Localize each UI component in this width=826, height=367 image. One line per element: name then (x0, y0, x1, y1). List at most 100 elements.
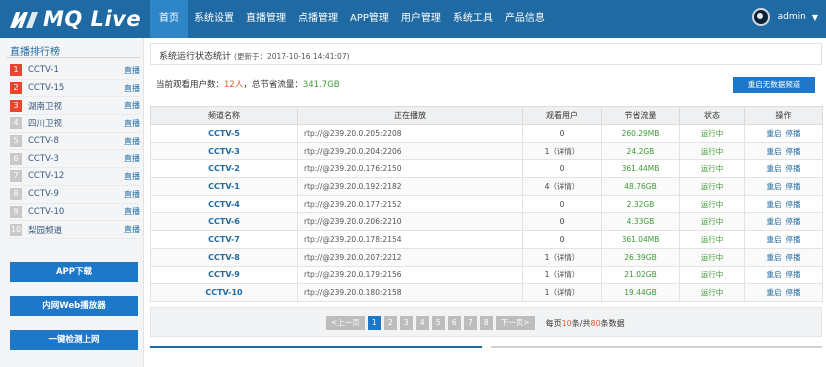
viewer-count[interactable]: 1（详情） (522, 247, 602, 267)
status-badge: 运行中 (679, 124, 745, 143)
nav-item-3[interactable]: 点播管理 (292, 0, 344, 38)
app-download-button[interactable]: APP下载 (10, 262, 138, 282)
rank-channel-name[interactable]: CCTV-9 (28, 189, 124, 199)
rank-live-link[interactable]: 直播 (124, 83, 140, 94)
page-3-button[interactable]: 3 (399, 316, 413, 330)
panel-header: 系统运行状态统计 (更新于：2017-10-16 14:41:07) (150, 43, 822, 65)
rank-channel-name[interactable]: 四川卫视 (28, 117, 124, 129)
row-actions: 重启 停播 (744, 265, 823, 285)
channel-name[interactable]: CCTV-10 (150, 283, 298, 302)
viewer-count[interactable]: 0 (522, 124, 602, 143)
channel-name[interactable]: CCTV-3 (150, 141, 298, 161)
nav-item-6[interactable]: 系统工具 (447, 0, 499, 38)
stop-link[interactable]: 停播 (786, 288, 801, 297)
page-8-button[interactable]: 8 (479, 316, 493, 330)
page-5-button[interactable]: 5 (431, 316, 445, 330)
channel-name[interactable]: CCTV-5 (150, 124, 298, 143)
restart-link[interactable]: 重启 (767, 253, 782, 262)
table-body: CCTV-5 rtp://@239.20.0.205:2208 0 260.29MB 运… (150, 124, 823, 302)
status-badge: 运行中 (679, 159, 745, 179)
viewer-count[interactable]: 4（详情） (522, 177, 602, 196)
rank-live-link[interactable]: 直播 (124, 100, 140, 111)
page-2-button[interactable]: 2 (383, 316, 397, 330)
user-menu[interactable]: admin ▼ (751, 8, 818, 26)
stop-link[interactable]: 停播 (786, 129, 801, 138)
network-check-button[interactable]: 一键检测上网 (10, 330, 138, 350)
prev-page-button[interactable]: <上一页 (326, 316, 365, 330)
restart-link[interactable]: 重启 (767, 217, 782, 226)
page-1-button[interactable]: 1 (367, 316, 381, 330)
app-logo[interactable]: MQ Live (8, 6, 141, 32)
rank-channel-name[interactable]: CCTV-10 (28, 207, 124, 217)
restart-link[interactable]: 重启 (767, 200, 782, 209)
rank-live-link[interactable]: 直播 (124, 189, 140, 200)
restart-link[interactable]: 重启 (767, 288, 782, 297)
stop-link[interactable]: 停播 (786, 235, 801, 244)
nav-item-4[interactable]: APP管理 (344, 0, 395, 38)
saved-traffic: 260.29MB (601, 124, 680, 143)
nav-item-2[interactable]: 直播管理 (240, 0, 292, 38)
page-4-button[interactable]: 4 (415, 316, 429, 330)
channel-name[interactable]: CCTV-4 (150, 194, 298, 214)
nav-item-0[interactable]: 首页 (150, 0, 188, 38)
channel-name[interactable]: CCTV-6 (150, 212, 298, 232)
nav-item-1[interactable]: 系统设置 (188, 0, 240, 38)
page-title-text: 系统运行状态统计 (159, 52, 232, 62)
restart-link[interactable]: 重启 (767, 235, 782, 244)
table-header: 频道名称 正在播放 观看用户 节省流量 状态 操作 (150, 106, 823, 125)
restart-link[interactable]: 重启 (767, 129, 782, 138)
channel-name[interactable]: CCTV-2 (150, 159, 298, 179)
viewer-count[interactable]: 0 (522, 230, 602, 249)
stop-link[interactable]: 停播 (786, 270, 801, 279)
rank-channel-name[interactable]: 湖南卫视 (28, 100, 124, 112)
channel-name[interactable]: CCTV-1 (150, 177, 298, 196)
viewer-count[interactable]: 0 (522, 212, 602, 232)
rank-channel-name[interactable]: CCTV-12 (28, 171, 124, 181)
next-page-button[interactable]: 下一页> (495, 316, 535, 330)
rank-channel-name[interactable]: CCTV-1 (28, 65, 124, 75)
rank-channel-name[interactable]: CCTV-8 (28, 136, 124, 146)
rank-channel-name[interactable]: CCTV-15 (28, 83, 124, 93)
page-6-button[interactable]: 6 (447, 316, 461, 330)
stream-url: rtp://@239.20.0.206:2210 (297, 212, 523, 232)
rank-live-link[interactable]: 直播 (124, 65, 140, 76)
stop-link[interactable]: 停播 (786, 200, 801, 209)
stream-url: rtp://@239.20.0.180:2158 (297, 283, 523, 302)
restart-idle-channels-button[interactable]: 重启无数据频道 (733, 77, 815, 93)
nav-item-7[interactable]: 产品信息 (499, 0, 551, 38)
stop-link[interactable]: 停播 (786, 164, 801, 173)
stop-link[interactable]: 停播 (786, 217, 801, 226)
page-7-button[interactable]: 7 (463, 316, 477, 330)
rank-number: 1 (10, 64, 22, 77)
viewer-count[interactable]: 0 (522, 159, 602, 179)
restart-link[interactable]: 重启 (767, 164, 782, 173)
rank-live-link[interactable]: 直播 (124, 171, 140, 182)
stop-link[interactable]: 停播 (786, 182, 801, 191)
rank-live-link[interactable]: 直播 (124, 224, 140, 235)
rank-channel-name[interactable]: CCTV-3 (28, 154, 124, 164)
saved-traffic: 2.32GB (601, 194, 680, 214)
rank-live-link[interactable]: 直播 (124, 206, 140, 217)
stream-url: rtp://@239.20.0.179:2156 (297, 265, 523, 285)
nav-item-5[interactable]: 用户管理 (395, 0, 447, 38)
viewer-count[interactable]: 1（详情） (522, 141, 602, 161)
rank-channel-name[interactable]: 梨园频道 (28, 224, 124, 236)
web-player-button[interactable]: 内网Web播放器 (10, 296, 138, 316)
rank-live-link[interactable]: 直播 (124, 118, 140, 129)
stop-link[interactable]: 停播 (786, 147, 801, 156)
summary-traffic-label: ，总节省流量： (243, 80, 303, 90)
channel-name[interactable]: CCTV-7 (150, 230, 298, 249)
divider (6, 57, 140, 58)
restart-link[interactable]: 重启 (767, 270, 782, 279)
channel-name[interactable]: CCTV-8 (150, 247, 298, 267)
restart-link[interactable]: 重启 (767, 182, 782, 191)
viewer-count[interactable]: 1（详情） (522, 283, 602, 302)
restart-link[interactable]: 重启 (767, 147, 782, 156)
stop-link[interactable]: 停播 (786, 253, 801, 262)
viewer-count[interactable]: 1（详情） (522, 265, 602, 285)
saved-traffic: 48.76GB (601, 177, 680, 196)
viewer-count[interactable]: 0 (522, 194, 602, 214)
channel-name[interactable]: CCTV-9 (150, 265, 298, 285)
rank-live-link[interactable]: 直播 (124, 136, 140, 147)
rank-live-link[interactable]: 直播 (124, 153, 140, 164)
